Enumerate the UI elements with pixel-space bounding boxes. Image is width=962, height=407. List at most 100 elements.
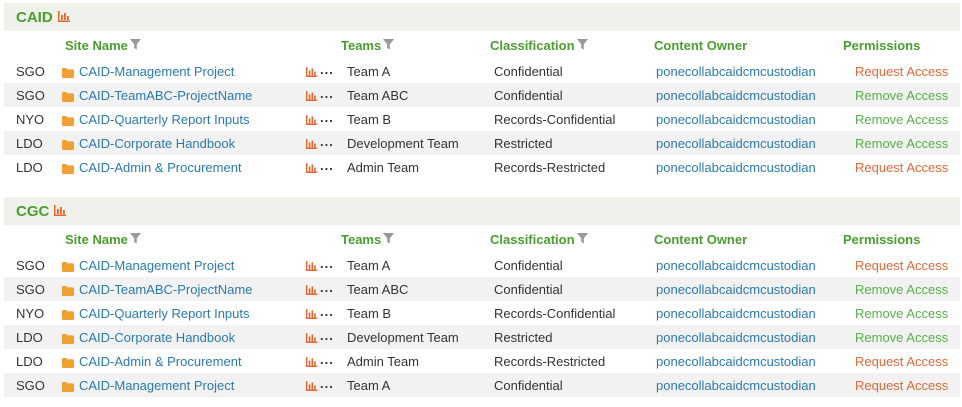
more-options-button[interactable]: ... <box>320 110 334 125</box>
request-access-link[interactable]: Request Access <box>855 378 948 393</box>
site-name-link[interactable]: CAID-TeamABC-ProjectName <box>79 88 252 103</box>
request-access-link[interactable]: Request Access <box>855 64 948 79</box>
column-header-label: Permissions <box>843 38 921 53</box>
table-row: LDO CAID-Corporate Handbook... Development… <box>4 325 960 349</box>
filter-icon[interactable] <box>383 38 395 53</box>
table-row: NYO CAID-Quarterly Report Inputs... Team B… <box>4 301 960 325</box>
more-options-button[interactable]: ... <box>320 328 334 343</box>
filter-icon[interactable] <box>129 232 141 247</box>
classification-value: Confidential <box>494 64 563 79</box>
bar-chart-icon[interactable] <box>306 259 317 274</box>
filter-icon[interactable] <box>129 38 141 53</box>
office-code: SGO <box>16 258 45 273</box>
content-owner-link[interactable]: ponecollabcaidcmcustodian <box>656 378 816 393</box>
column-header-classification[interactable]: Classification <box>490 232 588 247</box>
bar-chart-icon[interactable] <box>306 113 317 128</box>
bar-chart-icon[interactable] <box>306 89 317 104</box>
filter-icon[interactable] <box>576 38 588 53</box>
site-name-link[interactable]: CAID-Management Project <box>79 258 234 273</box>
bar-chart-icon[interactable] <box>306 137 317 152</box>
column-header-label: Site Name <box>65 38 128 53</box>
site-name-link[interactable]: CAID-Quarterly Report Inputs <box>79 112 250 127</box>
site-name-link[interactable]: CAID-Corporate Handbook <box>79 136 235 151</box>
filter-icon[interactable] <box>383 232 395 247</box>
request-access-link[interactable]: Request Access <box>855 258 948 273</box>
table-row: LDO CAID-Corporate Handbook... Development… <box>4 131 960 155</box>
more-options-button[interactable]: ... <box>320 62 334 77</box>
more-options-button[interactable]: ... <box>320 304 334 319</box>
bar-chart-icon[interactable] <box>306 65 317 80</box>
team-name: Admin Team <box>347 354 420 369</box>
team-name: Team B <box>347 112 392 127</box>
folder-icon <box>62 162 74 177</box>
column-header-content-owner[interactable]: Content Owner <box>654 38 747 53</box>
column-header-permissions[interactable]: Permissions <box>843 232 920 247</box>
classification-value: Records-Restricted <box>494 354 606 369</box>
column-header-teams[interactable]: Teams <box>341 232 395 247</box>
team-name: Team B <box>347 306 392 321</box>
bar-chart-icon[interactable] <box>306 355 317 370</box>
remove-access-link[interactable]: Remove Access <box>855 88 948 103</box>
column-header-site-name[interactable]: Site Name <box>65 38 141 53</box>
more-options-button[interactable]: ... <box>320 376 334 391</box>
column-header-teams[interactable]: Teams <box>341 38 395 53</box>
remove-access-link[interactable]: Remove Access <box>855 330 948 345</box>
column-header-site-name[interactable]: Site Name <box>65 232 141 247</box>
content-owner-link[interactable]: ponecollabcaidcmcustodian <box>656 330 816 345</box>
column-header-content-owner[interactable]: Content Owner <box>654 232 747 247</box>
content-owner-link[interactable]: ponecollabcaidcmcustodian <box>656 306 816 321</box>
filter-icon[interactable] <box>576 232 588 247</box>
column-header-label: Teams <box>341 232 382 247</box>
content-owner-link[interactable]: ponecollabcaidcmcustodian <box>656 136 816 151</box>
content-owner-link[interactable]: ponecollabcaidcmcustodian <box>656 88 816 103</box>
more-options-button[interactable]: ... <box>320 352 334 367</box>
content-owner-link[interactable]: ponecollabcaidcmcustodian <box>656 282 816 297</box>
group-title: CAID <box>16 8 53 26</box>
bar-chart-icon[interactable] <box>306 379 317 394</box>
site-name-link[interactable]: CAID-Management Project <box>79 64 234 79</box>
more-options-button[interactable]: ... <box>320 280 334 295</box>
more-options-button[interactable]: ... <box>320 134 334 149</box>
column-header-classification[interactable]: Classification <box>490 38 588 53</box>
bar-chart-icon[interactable] <box>57 10 70 25</box>
classification-value: Confidential <box>494 378 563 393</box>
remove-access-link[interactable]: Remove Access <box>855 136 948 151</box>
content-owner-link[interactable]: ponecollabcaidcmcustodian <box>656 64 816 79</box>
bar-chart-icon[interactable] <box>306 331 317 346</box>
remove-access-link[interactable]: Remove Access <box>855 282 948 297</box>
office-code: SGO <box>16 282 45 297</box>
folder-icon <box>62 138 74 153</box>
content-owner-link[interactable]: ponecollabcaidcmcustodian <box>656 112 816 127</box>
site-name-link[interactable]: CAID-TeamABC-ProjectName <box>79 282 252 297</box>
folder-icon <box>62 260 74 275</box>
table-row: SGO CAID-TeamABC-ProjectName... Team ABC Co… <box>4 277 960 301</box>
more-options-button[interactable]: ... <box>320 158 334 173</box>
classification-value: Records-Restricted <box>494 160 606 175</box>
site-name-link[interactable]: CAID-Admin & Procurement <box>79 354 242 369</box>
more-options-button[interactable]: ... <box>320 86 334 101</box>
bar-chart-icon[interactable] <box>306 307 317 322</box>
team-name: Team ABC <box>347 88 409 103</box>
site-name-link[interactable]: CAID-Admin & Procurement <box>79 160 242 175</box>
column-header-label: Teams <box>341 38 382 53</box>
table-row: SGO CAID-Management Project... Team A Confi… <box>4 253 960 277</box>
request-access-link[interactable]: Request Access <box>855 354 948 369</box>
column-header-permissions[interactable]: Permissions <box>843 38 920 53</box>
content-owner-link[interactable]: ponecollabcaidcmcustodian <box>656 160 816 175</box>
content-owner-link[interactable]: ponecollabcaidcmcustodian <box>656 354 816 369</box>
bar-chart-icon[interactable] <box>306 161 317 176</box>
site-name-link[interactable]: CAID-Corporate Handbook <box>79 330 235 345</box>
bar-chart-icon[interactable] <box>54 204 67 219</box>
column-header-row: Site Name Teams Classification Content O… <box>0 225 962 253</box>
request-access-link[interactable]: Request Access <box>855 160 948 175</box>
remove-access-link[interactable]: Remove Access <box>855 306 948 321</box>
site-name-link[interactable]: CAID-Management Project <box>79 378 234 393</box>
remove-access-link[interactable]: Remove Access <box>855 112 948 127</box>
column-header-label: Content Owner <box>654 38 748 53</box>
team-name: Team A <box>347 258 391 273</box>
more-options-button[interactable]: ... <box>320 256 334 271</box>
content-owner-link[interactable]: ponecollabcaidcmcustodian <box>656 258 816 273</box>
bar-chart-icon[interactable] <box>306 283 317 298</box>
site-name-link[interactable]: CAID-Quarterly Report Inputs <box>79 306 250 321</box>
office-code: SGO <box>16 88 45 103</box>
